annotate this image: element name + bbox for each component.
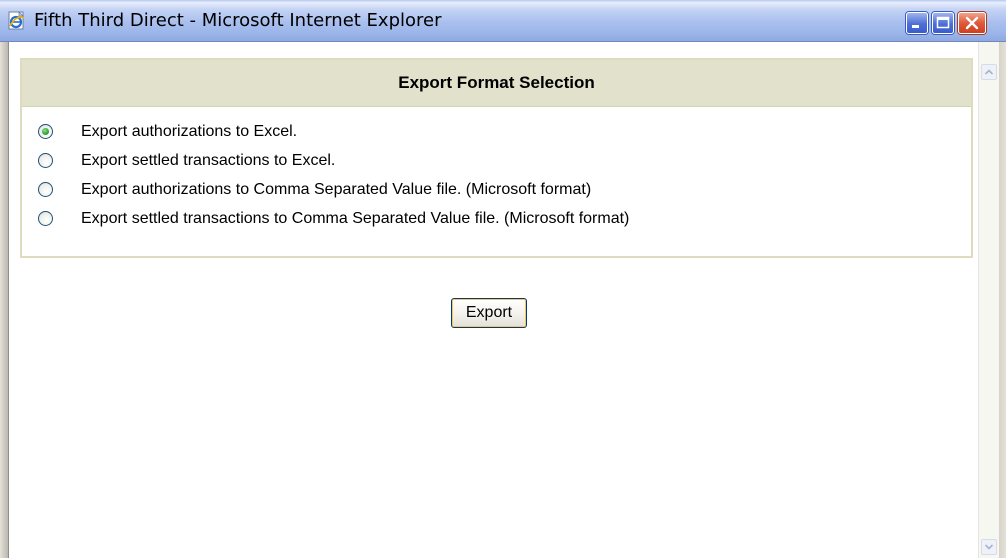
ie-page-icon[interactable] <box>7 11 27 31</box>
export-button[interactable]: Export <box>451 298 527 328</box>
panel-title: Export Format Selection <box>22 60 971 107</box>
minimize-icon <box>912 25 919 28</box>
export-options: Export authorizations to Excel. Export s… <box>22 107 971 233</box>
maximize-button[interactable] <box>932 12 954 34</box>
window-title: Fifth Third Direct - Microsoft Internet … <box>34 10 442 31</box>
window-right-border <box>998 42 1006 558</box>
scroll-down-button[interactable] <box>981 539 997 555</box>
export-format-panel: Export Format Selection Export authoriza… <box>20 58 973 258</box>
export-option-authorizations-excel[interactable]: Export authorizations to Excel. <box>22 117 971 146</box>
export-option-authorizations-csv[interactable]: Export authorizations to Comma Separated… <box>22 175 971 204</box>
radio-button[interactable] <box>38 124 53 139</box>
option-label[interactable]: Export authorizations to Comma Separated… <box>81 175 591 204</box>
chevron-down-icon <box>984 544 994 550</box>
close-button[interactable] <box>958 12 986 34</box>
radio-button[interactable] <box>38 211 53 226</box>
browser-window: Fifth Third Direct - Microsoft Internet … <box>0 0 1006 558</box>
radio-button[interactable] <box>38 182 53 197</box>
chevron-up-icon <box>984 69 994 75</box>
vertical-scrollbar[interactable] <box>978 42 999 558</box>
window-left-border <box>0 42 8 558</box>
option-label[interactable]: Export settled transactions to Comma Sep… <box>81 204 629 233</box>
option-label[interactable]: Export settled transactions to Excel. <box>81 146 335 175</box>
minimize-button[interactable] <box>906 12 928 34</box>
radio-button[interactable] <box>38 153 53 168</box>
export-option-settled-csv[interactable]: Export settled transactions to Comma Sep… <box>22 204 971 233</box>
export-option-settled-excel[interactable]: Export settled transactions to Excel. <box>22 146 971 175</box>
scroll-up-button[interactable] <box>981 64 997 80</box>
title-bar[interactable]: Fifth Third Direct - Microsoft Internet … <box>0 0 1006 42</box>
close-icon <box>965 16 979 30</box>
option-label[interactable]: Export authorizations to Excel. <box>81 117 297 146</box>
maximize-icon <box>936 16 950 29</box>
